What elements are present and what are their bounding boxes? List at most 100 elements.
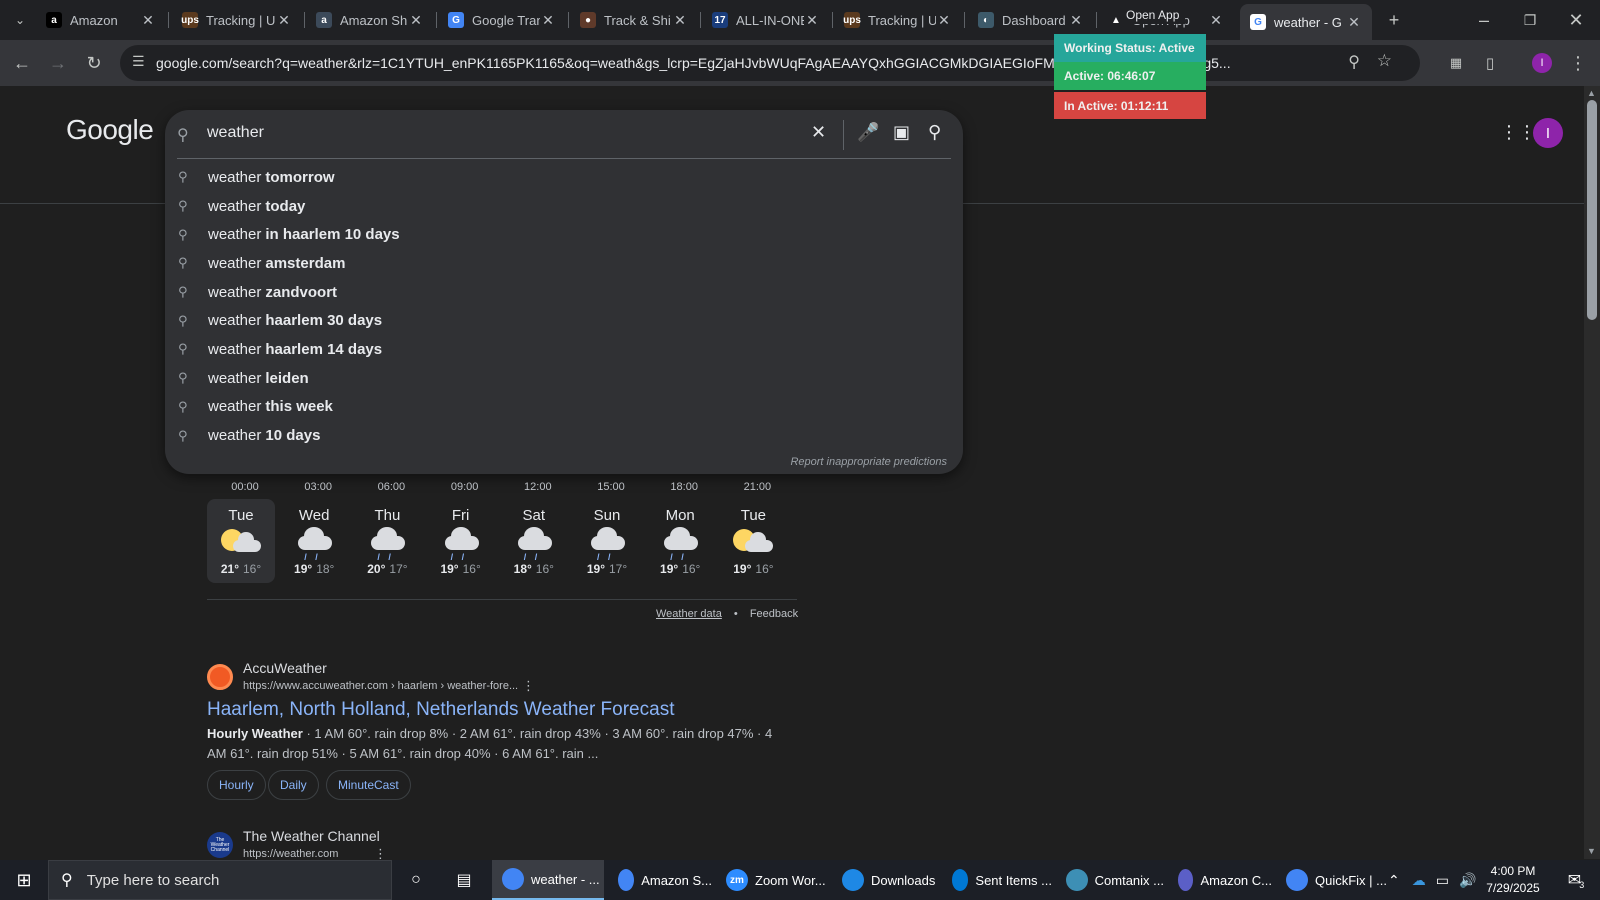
voice-search-icon[interactable]: 🎤 — [857, 122, 879, 143]
tab-5[interactable]: 17 ALL-IN-ONE ✕ — [702, 6, 830, 34]
suggestion-item[interactable]: ⚲ weather tomorrow — [165, 163, 963, 192]
open-app-button[interactable]: Open App — [1120, 8, 1186, 24]
taskbar-search-box[interactable]: ⚲ Type here to search — [48, 860, 392, 900]
suggestion-item[interactable]: ⚲ weather haarlem 30 days — [165, 306, 963, 335]
forecast-day[interactable]: Mon / /19° 16° — [646, 499, 714, 583]
tab-close-icon[interactable]: ✕ — [276, 12, 292, 29]
tab-9[interactable]: Gweather - G ✕ — [1240, 4, 1372, 40]
tab-close-icon[interactable]: ✕ — [408, 12, 424, 29]
forecast-day[interactable]: Tue 19° 16° — [719, 499, 787, 583]
windows-start-icon[interactable]: ⊞ — [0, 860, 48, 900]
notification-center-icon[interactable]: ✉ 3 — [1556, 860, 1596, 900]
back-button[interactable]: ← — [8, 49, 36, 77]
tab-4[interactable]: ● Track & Shi ✕ — [570, 6, 698, 34]
task-view-icon[interactable]: ▤ — [440, 860, 488, 900]
taskbar-app[interactable]: Amazon C... — [1168, 860, 1272, 900]
tab-close-icon[interactable]: ✕ — [1208, 12, 1224, 29]
result-url[interactable]: https://weather.com — [243, 848, 338, 859]
result-more-icon[interactable]: ⋮ — [374, 846, 387, 859]
tab-6[interactable]: ups Tracking | U ✕ — [834, 6, 962, 34]
taskbar-app[interactable]: Amazon S... — [608, 860, 712, 900]
result-site-name[interactable]: The Weather Channel — [243, 828, 380, 844]
tab-close-icon[interactable]: ✕ — [140, 12, 156, 29]
weather-channel-favicon[interactable]: The Weather Channel — [207, 832, 233, 858]
result-more-icon[interactable]: ⋮ — [522, 678, 535, 694]
page-scrollbar[interactable]: ▲ ▼ — [1584, 86, 1600, 859]
extensions-icon[interactable]: ▯ — [1476, 49, 1504, 77]
tab-close-icon[interactable]: ✕ — [540, 12, 556, 29]
weather-data-link[interactable]: Weather data — [656, 608, 722, 620]
taskbar-clock[interactable]: 4:00 PM 7/29/2025 — [1476, 863, 1550, 897]
active-time-panel: Active: 06:46:07 — [1054, 62, 1206, 90]
forecast-day[interactable]: Thu / /20° 17° — [353, 499, 421, 583]
cortana-icon[interactable]: ○ — [392, 860, 440, 900]
network-icon[interactable]: ▭ — [1436, 872, 1449, 889]
tab-1[interactable]: ups Tracking | U ✕ — [172, 6, 302, 34]
new-tab-button[interactable]: + — [1380, 6, 1408, 34]
tab-close-icon[interactable]: ✕ — [804, 12, 820, 29]
suggestion-item[interactable]: ⚲ weather haarlem 14 days — [165, 335, 963, 364]
browser-menu-icon[interactable]: ⋮ — [1564, 49, 1592, 77]
close-window-button[interactable]: ✕ — [1562, 6, 1590, 34]
tab-close-icon[interactable]: ✕ — [936, 12, 952, 29]
scroll-down-arrow[interactable]: ▼ — [1587, 846, 1596, 856]
result-title[interactable]: Haarlem, North Holland, Netherlands Weat… — [207, 699, 674, 721]
taskbar-app[interactable]: Downloads — [832, 860, 938, 900]
tab-close-icon[interactable]: ✕ — [672, 12, 688, 29]
scroll-up-arrow[interactable]: ▲ — [1587, 88, 1596, 98]
suggestion-item[interactable]: ⚲ weather today — [165, 192, 963, 221]
volume-icon[interactable]: 🔊 — [1459, 872, 1476, 889]
reload-button[interactable]: ↻ — [80, 49, 108, 77]
google-profile-avatar[interactable]: I — [1533, 118, 1563, 148]
google-logo[interactable]: Google — [66, 114, 154, 146]
suggestion-item[interactable]: ⚲ weather leiden — [165, 364, 963, 393]
result-sitelink-chip[interactable]: Daily — [268, 770, 319, 800]
tab-0[interactable]: a Amazon ✕ — [36, 6, 166, 34]
tray-chevron-icon[interactable]: ⌃ — [1388, 872, 1400, 889]
taskbar-app[interactable]: Sent Items ... — [942, 860, 1052, 900]
zoom-icon[interactable]: ⚲ — [1348, 52, 1360, 72]
taskbar-app[interactable]: QuickFix | ... — [1276, 860, 1388, 900]
address-bar[interactable]: ☰ google.com/search?q=weather&rlz=1C1YTU… — [120, 45, 1420, 81]
site-info-icon[interactable]: ☰ — [132, 53, 145, 70]
result-url[interactable]: https://www.accuweather.com › haarlem › … — [243, 680, 518, 692]
maximize-button[interactable]: ❐ — [1516, 6, 1544, 34]
tab-2[interactable]: a Amazon Shi ✕ — [306, 6, 434, 34]
result-sitelink-chip[interactable]: Hourly — [207, 770, 266, 800]
suggestion-item[interactable]: ⚲ weather in haarlem 10 days — [165, 220, 963, 249]
tab-close-icon[interactable]: ✕ — [1346, 14, 1362, 31]
search-input[interactable]: weather — [207, 124, 264, 142]
rain-cloud-icon: / / — [500, 526, 568, 562]
accuweather-favicon[interactable] — [207, 664, 233, 690]
scroll-thumb[interactable] — [1587, 100, 1597, 320]
result-sitelink-chip[interactable]: MinuteCast — [326, 770, 411, 800]
taskbar-app[interactable]: zm Zoom Wor... — [716, 860, 828, 900]
tab-7[interactable]: ◐ Dashboard ✕ — [968, 6, 1094, 34]
minimize-button[interactable]: – — [1470, 6, 1498, 34]
tab-3[interactable]: G Google Tran ✕ — [438, 6, 566, 34]
feedback-link[interactable]: Feedback — [750, 608, 798, 620]
tab-search-button[interactable]: ⌄ — [6, 6, 34, 34]
taskbar-app[interactable]: weather - ... — [492, 860, 604, 900]
tab-close-icon[interactable]: ✕ — [1068, 12, 1084, 29]
forecast-day[interactable]: Sat / /18° 16° — [500, 499, 568, 583]
forecast-day[interactable]: Wed / /19° 18° — [280, 499, 348, 583]
translate-icon[interactable]: ▦ — [1442, 49, 1470, 77]
bookmark-star-icon[interactable]: ☆ — [1377, 51, 1392, 71]
forward-button[interactable]: → — [44, 49, 72, 77]
result-site-name[interactable]: AccuWeather — [243, 660, 327, 676]
image-search-icon[interactable]: ▣ — [893, 122, 910, 143]
suggestion-item[interactable]: ⚲ weather zandvoort — [165, 278, 963, 307]
suggestion-item[interactable]: ⚲ weather amsterdam — [165, 249, 963, 278]
taskbar-app[interactable]: Comtanix ... — [1056, 860, 1164, 900]
suggestion-item[interactable]: ⚲ weather 10 days — [165, 421, 963, 450]
forecast-day[interactable]: Fri / /19° 16° — [427, 499, 495, 583]
search-submit-icon[interactable]: ⚲ — [928, 122, 941, 143]
clear-search-icon[interactable]: ✕ — [811, 122, 826, 143]
onedrive-icon[interactable]: ☁ — [1412, 872, 1426, 889]
forecast-day[interactable]: Sun / /19° 17° — [573, 499, 641, 583]
report-predictions-link[interactable]: Report inappropriate predictions — [790, 456, 947, 468]
forecast-day[interactable]: Tue 21° 16° — [207, 499, 275, 583]
suggestion-item[interactable]: ⚲ weather this week — [165, 393, 963, 422]
profile-avatar[interactable]: I — [1528, 49, 1556, 77]
